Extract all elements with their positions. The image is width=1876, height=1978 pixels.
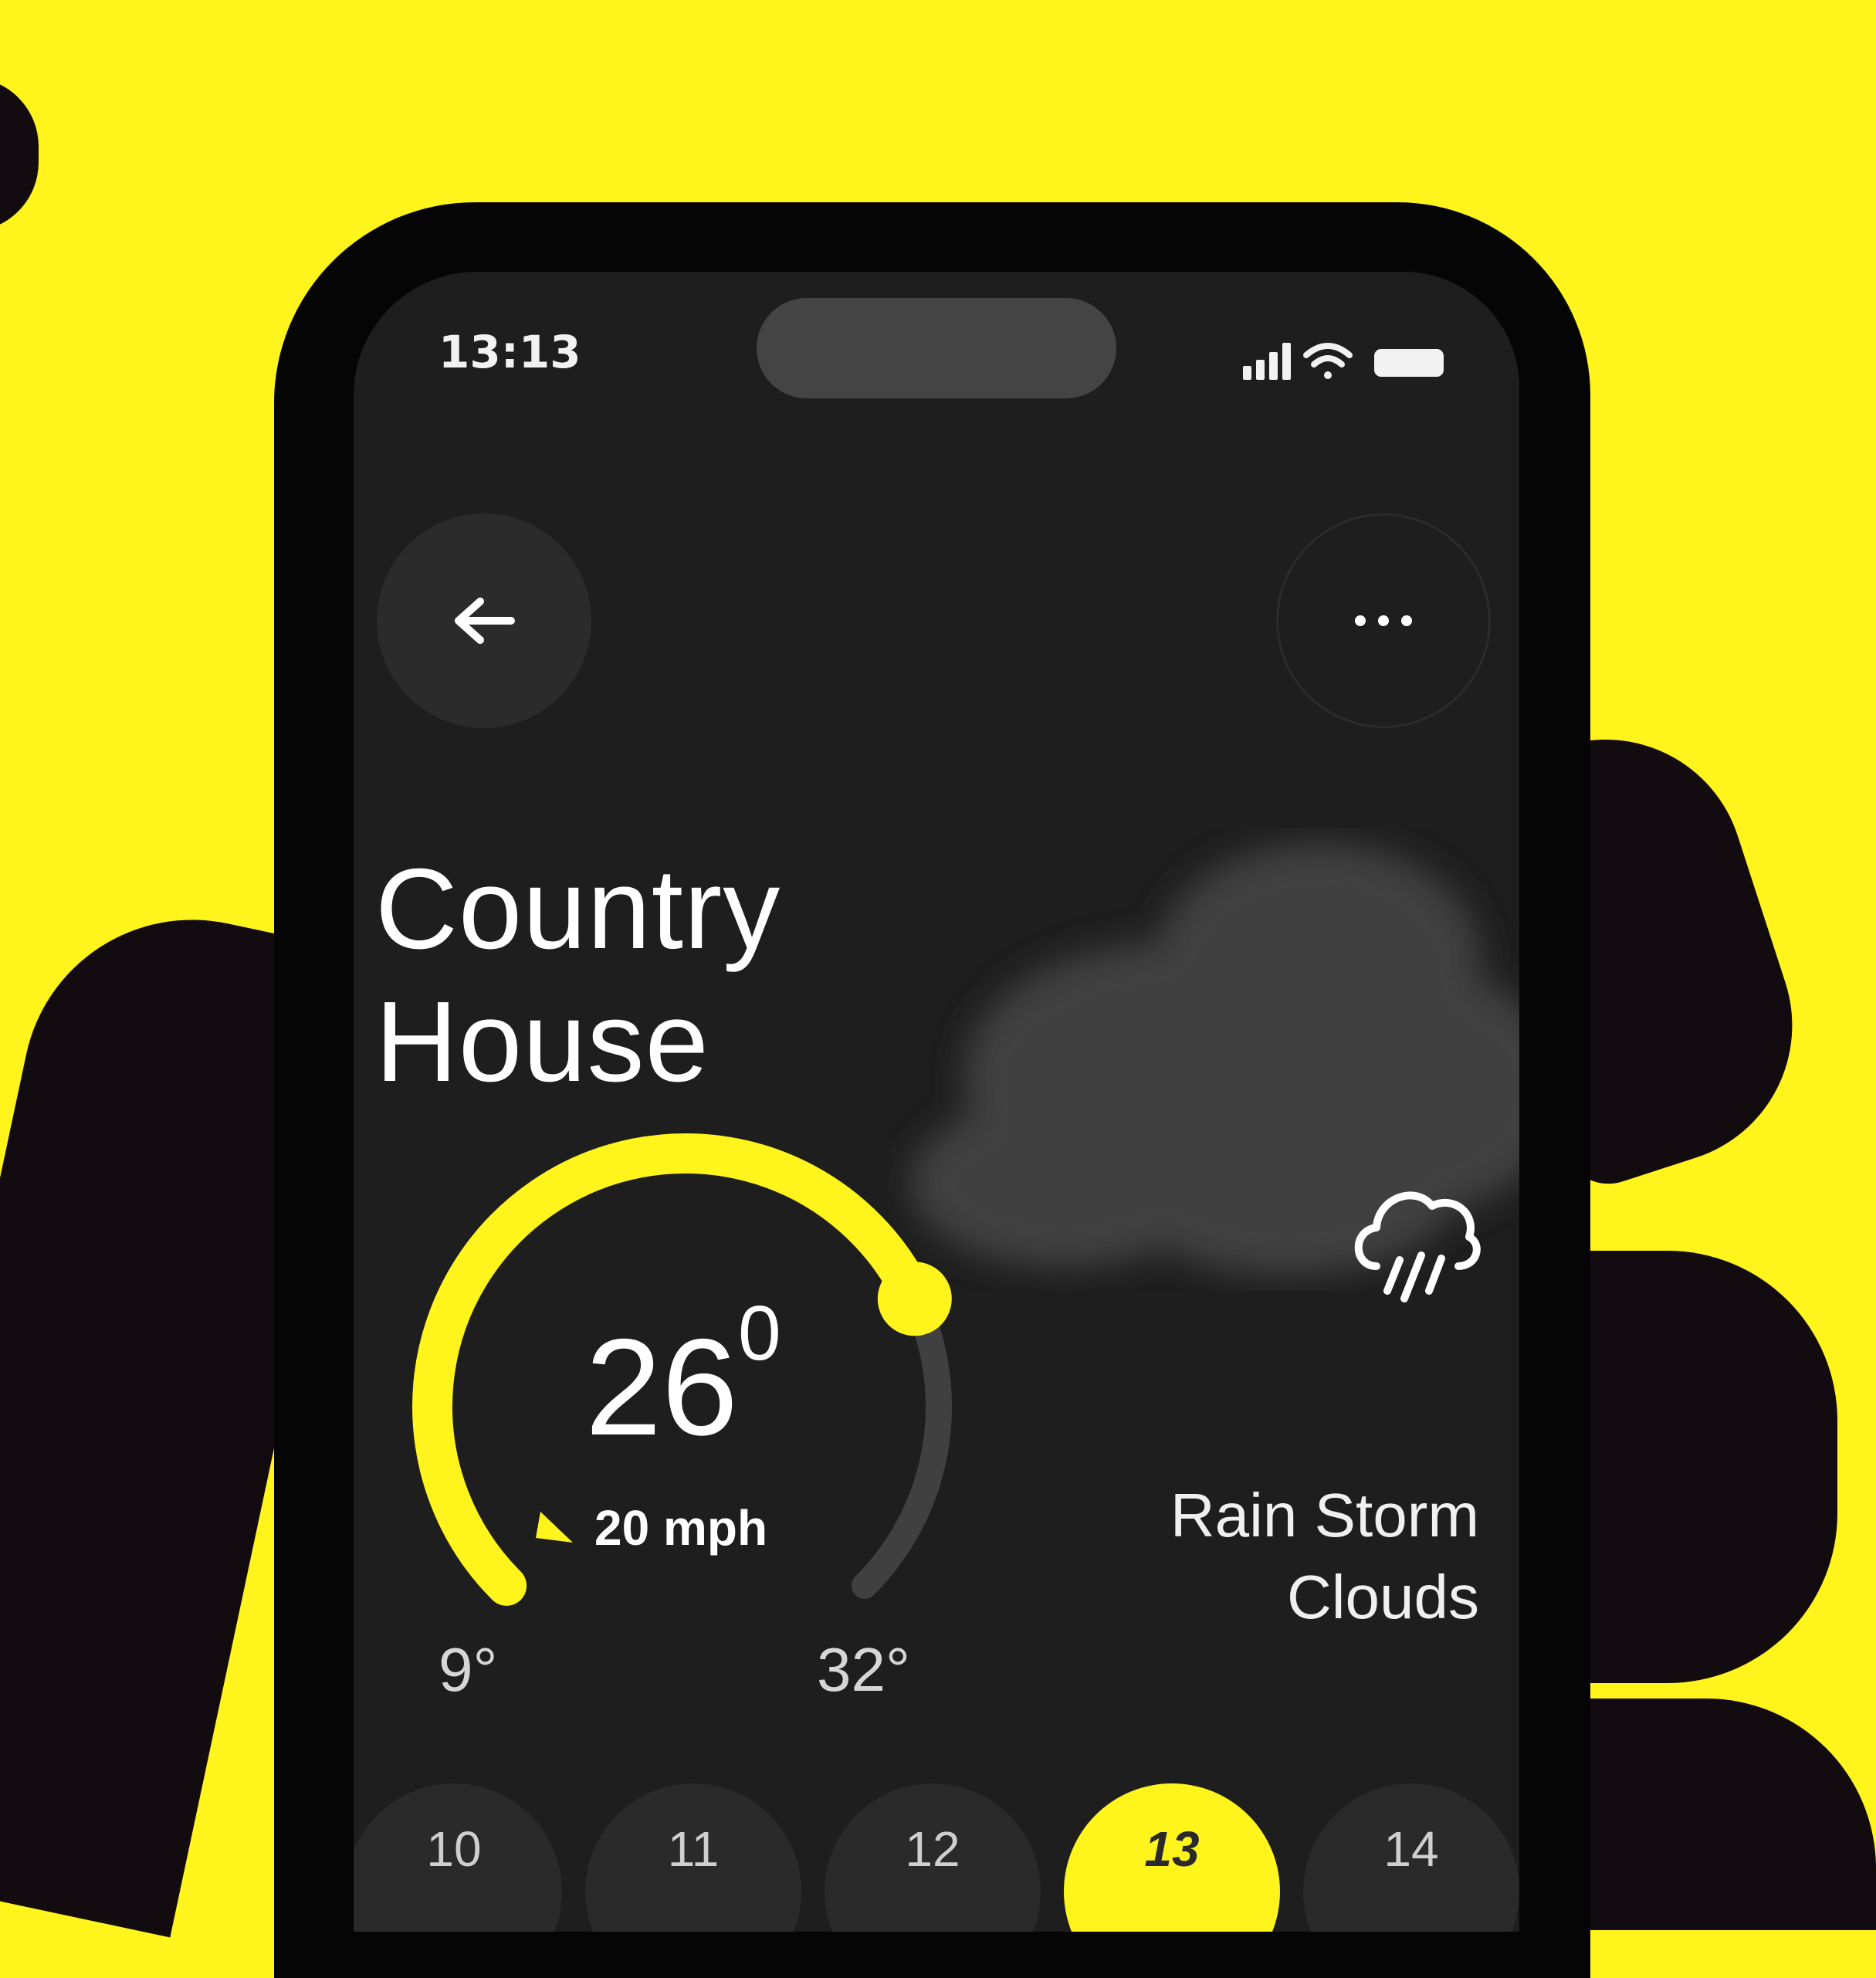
gauge-knob	[877, 1262, 952, 1336]
wind-speed: 20 mph	[594, 1500, 768, 1556]
day-chip-10[interactable]: 10	[354, 1783, 562, 1932]
signal-icon	[1243, 343, 1291, 380]
weather-condition: Rain Storm Clouds	[1016, 1475, 1479, 1638]
day-chip-12[interactable]: 12	[825, 1783, 1041, 1932]
battery-icon	[1374, 349, 1444, 377]
day-selector: 10 11 12 13 14	[354, 1783, 1519, 1932]
temperature-value: 26	[585, 1310, 738, 1464]
day-chip-11[interactable]: 11	[585, 1783, 801, 1932]
low-temperature: 9°	[439, 1635, 498, 1704]
location-line-2: House	[375, 978, 709, 1106]
arrow-left-icon	[455, 598, 515, 644]
dynamic-island	[757, 298, 1116, 398]
status-icons	[1243, 343, 1444, 380]
status-time: 13:13	[439, 326, 581, 378]
location-line-1: Country	[375, 845, 781, 973]
more-horizontal-icon	[1355, 615, 1412, 626]
gauge-track	[851, 1285, 952, 1599]
hand-top-left	[0, 77, 39, 232]
more-button[interactable]	[1276, 513, 1491, 728]
back-button[interactable]	[377, 513, 591, 728]
location-title: Country House	[375, 843, 781, 1109]
current-temperature: 260	[585, 1295, 781, 1465]
wind-direction-icon	[536, 1512, 573, 1543]
condition-line-1: Rain Storm	[1170, 1481, 1479, 1550]
phone-screen: 13:13 Country House Rain Storm Clouds 26…	[354, 272, 1519, 1932]
day-chip-14[interactable]: 14	[1303, 1783, 1519, 1932]
cloud-rain-icon	[1354, 1191, 1481, 1302]
high-temperature: 32°	[817, 1635, 910, 1704]
wifi-icon	[1303, 343, 1353, 379]
day-chip-13[interactable]: 13	[1064, 1783, 1280, 1932]
degree-mark: 0	[738, 1290, 781, 1377]
condition-line-2: Clouds	[1286, 1563, 1479, 1631]
